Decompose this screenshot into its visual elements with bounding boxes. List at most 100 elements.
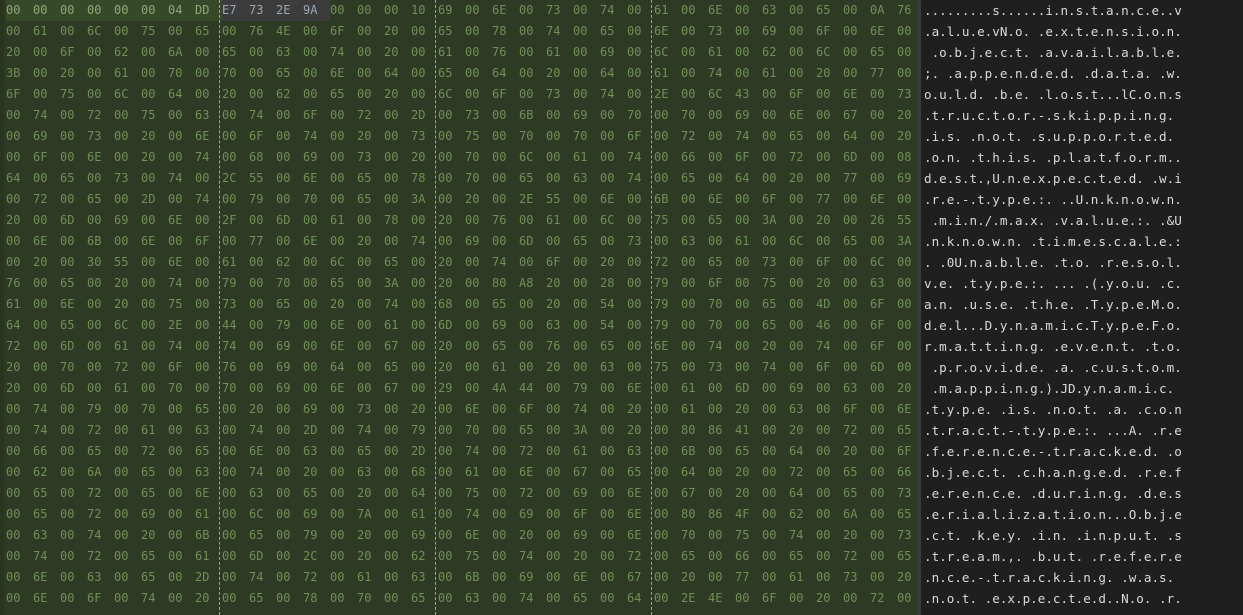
- hex-byte[interactable]: 68: [411, 462, 438, 483]
- hex-byte[interactable]: 77: [735, 567, 762, 588]
- hex-byte[interactable]: 00: [681, 0, 708, 21]
- hex-byte[interactable]: 74: [87, 525, 114, 546]
- ascii-row[interactable]: r.m.a.t.t.i.n.g. .e.v.e.n.t. .t.o.: [921, 336, 1243, 357]
- hex-byte[interactable]: 6B: [519, 105, 546, 126]
- hex-byte[interactable]: 6F: [330, 21, 357, 42]
- hex-byte[interactable]: 79: [303, 525, 330, 546]
- hex-byte[interactable]: 29: [438, 378, 465, 399]
- hex-byte[interactable]: 20: [6, 42, 33, 63]
- hex-byte[interactable]: 20: [357, 231, 384, 252]
- hex-byte[interactable]: 73: [762, 252, 789, 273]
- hex-byte[interactable]: 69: [303, 399, 330, 420]
- hex-byte[interactable]: 00: [492, 588, 519, 609]
- hex-byte[interactable]: 6C: [600, 210, 627, 231]
- hex-byte[interactable]: 6F: [627, 126, 654, 147]
- hex-byte[interactable]: 20: [681, 567, 708, 588]
- ascii-row[interactable]: .t.r.e.a.m.,. .b.u.t. .r.e.f.e.r.e: [921, 546, 1243, 567]
- hex-byte[interactable]: 65: [60, 315, 87, 336]
- hex-byte[interactable]: 74: [249, 105, 276, 126]
- hex-byte[interactable]: 6E: [195, 483, 222, 504]
- hex-byte[interactable]: 72: [654, 252, 681, 273]
- hex-byte[interactable]: 00: [870, 441, 897, 462]
- hex-byte[interactable]: 64: [627, 588, 654, 609]
- hex-byte[interactable]: 74: [33, 105, 60, 126]
- hex-byte[interactable]: 00: [816, 441, 843, 462]
- hex-byte[interactable]: 00: [222, 546, 249, 567]
- hex-byte[interactable]: 74: [465, 441, 492, 462]
- hex-byte[interactable]: 74: [168, 273, 195, 294]
- hex-byte[interactable]: 72: [843, 420, 870, 441]
- hex-byte[interactable]: 63: [249, 483, 276, 504]
- hex-byte[interactable]: 79: [249, 189, 276, 210]
- hex-byte[interactable]: 64: [789, 483, 816, 504]
- hex-byte[interactable]: 65: [411, 588, 438, 609]
- hex-byte[interactable]: 2D: [195, 567, 222, 588]
- hex-byte[interactable]: 63: [195, 462, 222, 483]
- hex-byte[interactable]: 00: [222, 441, 249, 462]
- hex-byte[interactable]: 00: [654, 231, 681, 252]
- hex-byte[interactable]: 2D: [141, 189, 168, 210]
- hex-byte[interactable]: 00: [627, 294, 654, 315]
- hex-byte[interactable]: 73: [249, 0, 276, 21]
- hex-byte[interactable]: 00: [735, 336, 762, 357]
- ascii-row[interactable]: .f.e.r.e.n.c.e.-.t.r.a.c.k.e.d. .o: [921, 441, 1243, 462]
- hex-byte[interactable]: 00: [600, 567, 627, 588]
- hex-byte[interactable]: 00: [492, 147, 519, 168]
- hex-byte[interactable]: 6B: [87, 231, 114, 252]
- hex-byte[interactable]: 00: [141, 252, 168, 273]
- hex-byte[interactable]: 00: [330, 546, 357, 567]
- hex-byte[interactable]: 6B: [195, 525, 222, 546]
- hex-byte[interactable]: 00: [627, 63, 654, 84]
- hex-byte[interactable]: 79: [654, 273, 681, 294]
- hex-byte[interactable]: 00: [411, 252, 438, 273]
- hex-byte[interactable]: 00: [897, 357, 918, 378]
- hex-byte[interactable]: 77: [249, 231, 276, 252]
- hex-byte[interactable]: 63: [276, 42, 303, 63]
- hex-byte[interactable]: 65: [519, 168, 546, 189]
- hex-byte[interactable]: 6E: [627, 483, 654, 504]
- hex-byte[interactable]: 00: [654, 441, 681, 462]
- hex-byte[interactable]: 00: [438, 567, 465, 588]
- hex-byte[interactable]: 6D: [519, 231, 546, 252]
- hex-byte[interactable]: 75: [465, 546, 492, 567]
- hex-byte[interactable]: 72: [519, 441, 546, 462]
- hex-byte[interactable]: 00: [330, 525, 357, 546]
- hex-byte[interactable]: 6E: [519, 462, 546, 483]
- hex-byte[interactable]: 20: [600, 252, 627, 273]
- hex-byte[interactable]: 64: [6, 168, 33, 189]
- hex-byte[interactable]: 00: [438, 546, 465, 567]
- hex-byte[interactable]: 6C: [438, 84, 465, 105]
- hex-byte[interactable]: 00: [222, 105, 249, 126]
- hex-byte[interactable]: 00: [465, 252, 492, 273]
- hex-byte[interactable]: 72: [33, 189, 60, 210]
- ascii-row[interactable]: .t.r.u.c.t.o.r.-.s.k.i.p.p.i.n.g.: [921, 105, 1243, 126]
- hex-byte[interactable]: 00: [6, 126, 33, 147]
- hex-byte[interactable]: 61: [681, 378, 708, 399]
- hex-byte[interactable]: 00: [762, 231, 789, 252]
- hex-byte[interactable]: 72: [87, 420, 114, 441]
- hex-byte[interactable]: 86: [708, 420, 735, 441]
- hex-byte[interactable]: 00: [114, 147, 141, 168]
- hex-byte[interactable]: 00: [33, 378, 60, 399]
- hex-byte[interactable]: 20: [384, 42, 411, 63]
- ascii-row[interactable]: d.e.s.t.,U.n.e.x.p.e.c.t.e.d. .w.i: [921, 168, 1243, 189]
- hex-byte[interactable]: 64: [843, 126, 870, 147]
- hex-byte[interactable]: 00: [708, 147, 735, 168]
- hex-byte[interactable]: 00: [735, 588, 762, 609]
- hex-byte[interactable]: 63: [627, 441, 654, 462]
- hex-byte[interactable]: 65: [357, 189, 384, 210]
- hex-byte[interactable]: 00: [492, 189, 519, 210]
- hex-byte[interactable]: 00: [573, 294, 600, 315]
- hex-byte[interactable]: 00: [681, 252, 708, 273]
- hex-byte[interactable]: 65: [735, 441, 762, 462]
- hex-byte[interactable]: 70: [465, 420, 492, 441]
- ascii-row[interactable]: .e.r.i.a.l.i.z.a.t.i.o.n...O.b.j.e: [921, 504, 1243, 525]
- hex-byte[interactable]: 74: [384, 294, 411, 315]
- hex-byte[interactable]: 00: [870, 399, 897, 420]
- hex-byte[interactable]: 00: [411, 210, 438, 231]
- hex-byte[interactable]: 00: [411, 21, 438, 42]
- hex-byte[interactable]: 00: [60, 462, 87, 483]
- hex-byte[interactable]: 00: [168, 147, 195, 168]
- hex-byte[interactable]: 00: [573, 336, 600, 357]
- hex-byte[interactable]: 00: [492, 231, 519, 252]
